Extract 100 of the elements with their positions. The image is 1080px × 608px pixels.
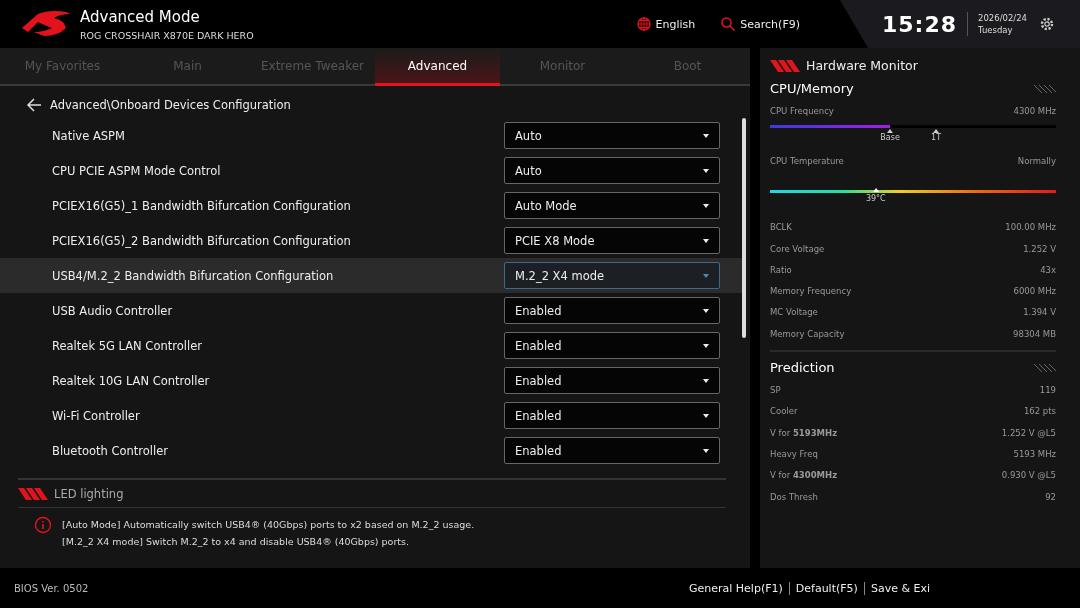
- logo-icon: [20, 10, 72, 38]
- metric-label: Dos Thresh: [770, 491, 818, 502]
- setting-dropdown[interactable]: Enabled: [504, 367, 720, 394]
- caret-icon: [703, 273, 709, 278]
- setting-label: Wi-Fi Controller: [52, 408, 141, 423]
- metric-label: Cooler: [770, 406, 798, 417]
- stripes-icon: [1032, 84, 1056, 93]
- setting-label: Realtek 10G LAN Controller: [52, 373, 211, 388]
- setting-dropdown[interactable]: Auto: [504, 157, 720, 184]
- help-text: [Auto Mode] Automatically switch USB4® (40Gbps) ports to x2 based on M.2_2 usage.: [62, 519, 475, 530]
- setting-dropdown[interactable]: Enabled: [504, 437, 720, 464]
- metric-label: Memory Frequency: [770, 286, 852, 297]
- language-button[interactable]: English: [636, 17, 696, 31]
- settings-icon[interactable]: [1039, 16, 1056, 32]
- section-label[interactable]: LED lighting: [54, 487, 124, 501]
- search-button[interactable]: Search(F9): [721, 17, 800, 31]
- setting-label: CPU PCIE ASPM Mode Control: [52, 163, 222, 178]
- metric-label: Memory Capacity: [770, 328, 845, 339]
- metric-label: CPU Temperature: [770, 155, 844, 166]
- setting-dropdown[interactable]: M.2_2 X4 mode: [504, 262, 720, 289]
- setting-label: PCIEX16(G5)_2 Bandwidth Bifurcation Configuration: [52, 233, 352, 248]
- setting-row[interactable]: PCIEX16(G5)_2 Bandwidth Bifurcation Configuration PCIE X8 Mode: [0, 223, 742, 258]
- metric-value: 162 pts: [1023, 406, 1056, 417]
- metric-value: 5193 MHz: [1013, 448, 1056, 459]
- metric-value: 1.252 V @L5: [1001, 427, 1056, 438]
- setting-row[interactable]: Wi-Fi Controller Enabled: [0, 398, 742, 433]
- mode-title: Advanced Mode: [80, 7, 201, 26]
- metric-value: 100.00 MHz: [1005, 222, 1056, 233]
- setting-dropdown[interactable]: Auto: [504, 122, 720, 149]
- bios-version: BIOS Ver. 0502: [14, 582, 89, 594]
- setting-label: Realtek 5G LAN Controller: [52, 338, 203, 353]
- clock-time: 15:28: [882, 11, 958, 37]
- selected-setting-row[interactable]: USB4/M.2_2 Bandwidth Bifurcation Configuration M.2_2 X4 mode: [0, 258, 742, 293]
- hotkey-button[interactable]: Default(F5): [788, 581, 864, 595]
- setting-row[interactable]: CPU PCIE ASPM Mode Control Auto: [0, 153, 742, 188]
- scrollbar[interactable]: [742, 118, 746, 338]
- caret-icon: [703, 448, 709, 453]
- caret-icon: [703, 168, 709, 173]
- caret-icon: [703, 308, 709, 313]
- date-text: 2026/02/24: [978, 13, 1028, 23]
- setting-row[interactable]: Native ASPM Auto: [0, 118, 742, 153]
- caret-icon: [703, 343, 709, 348]
- metric-label: V for 5193MHz: [770, 427, 838, 438]
- metric-value: 43x: [1040, 264, 1056, 275]
- frequency-tick: 1T: [924, 129, 949, 143]
- help-text: [M.2_2 X4 mode] Switch M.2_2 to x4 and disable USB4® (40Gbps) ports.: [62, 536, 411, 547]
- caret-icon: [703, 203, 709, 208]
- section-title: CPU/Memory: [770, 81, 854, 96]
- setting-row[interactable]: USB Audio Controller Enabled: [0, 293, 742, 328]
- metric-label: BCLK: [770, 222, 792, 233]
- metric-value: 1.394 V: [1023, 307, 1056, 318]
- stripes-icon: [18, 488, 48, 500]
- panel-title: Hardware Monitor: [806, 58, 918, 73]
- metric-label: Core Voltage: [770, 243, 825, 254]
- metric-value: 92: [1045, 491, 1056, 502]
- metric-label: V for 4300MHz: [770, 470, 838, 481]
- setting-label: Native ASPM: [52, 128, 126, 143]
- setting-dropdown[interactable]: Enabled: [504, 297, 720, 324]
- setting-label: PCIEX16(G5)_1 Bandwidth Bifurcation Configuration: [52, 198, 352, 213]
- metric-label: MC Voltage: [770, 307, 818, 318]
- hotkey-button[interactable]: General Help(F1): [682, 581, 789, 595]
- setting-label: USB Audio Controller: [52, 303, 174, 318]
- metric-label: CPU Frequency: [770, 105, 834, 116]
- setting-row[interactable]: Realtek 5G LAN Controller Enabled: [0, 328, 742, 363]
- metric-label: Heavy Freq: [770, 448, 818, 459]
- setting-label: USB4/M.2_2 Bandwidth Bifurcation Configuration: [52, 268, 335, 283]
- metric-value: 119: [1039, 385, 1056, 395]
- search-icon: [721, 17, 736, 31]
- metric-value: 6000 MHz: [1013, 286, 1056, 297]
- info-icon: [34, 516, 52, 534]
- globe-icon: [636, 17, 651, 31]
- setting-label: Bluetooth Controller: [52, 443, 170, 458]
- metric-value: 1.252 V: [1023, 243, 1056, 254]
- caret-icon: [703, 133, 709, 138]
- tab[interactable]: Advanced: [375, 48, 500, 86]
- setting-row[interactable]: Bluetooth Controller Enabled: [0, 433, 742, 468]
- metric-value: 4300 MHz: [1013, 105, 1056, 116]
- setting-dropdown[interactable]: Auto Mode: [504, 192, 720, 219]
- caret-icon: [703, 413, 709, 418]
- metric-value: 0.930 V @L5: [1001, 470, 1056, 481]
- setting-dropdown[interactable]: Enabled: [504, 332, 720, 359]
- breadcrumb-path: Advanced\Onboard Devices Configuration: [50, 98, 291, 112]
- metric-label: Ratio: [770, 264, 792, 275]
- section-title: Prediction: [770, 360, 835, 376]
- stripes-icon: [1032, 363, 1056, 372]
- weekday-text: Tuesday: [978, 25, 1014, 35]
- setting-dropdown[interactable]: PCIE X8 Mode: [504, 227, 720, 254]
- metric-label: SP: [770, 385, 781, 395]
- hotkey-button[interactable]: Save & Exi: [863, 581, 936, 595]
- board-name: ROG CROSSHAIR X870E DARK HERO: [80, 29, 254, 41]
- frequency-tick: Base: [878, 129, 903, 143]
- setting-row[interactable]: Realtek 10G LAN Controller Enabled: [0, 363, 742, 398]
- back-arrow-icon[interactable]: [26, 98, 42, 112]
- caret-icon: [703, 238, 709, 243]
- setting-dropdown[interactable]: Enabled: [504, 402, 720, 429]
- stripes-icon: [770, 59, 800, 72]
- metric-value: Normally: [1017, 155, 1056, 166]
- metric-value: 98304 MB: [1013, 328, 1056, 339]
- caret-icon: [703, 378, 709, 383]
- setting-row[interactable]: PCIEX16(G5)_1 Bandwidth Bifurcation Configuration Auto Mode: [0, 188, 742, 223]
